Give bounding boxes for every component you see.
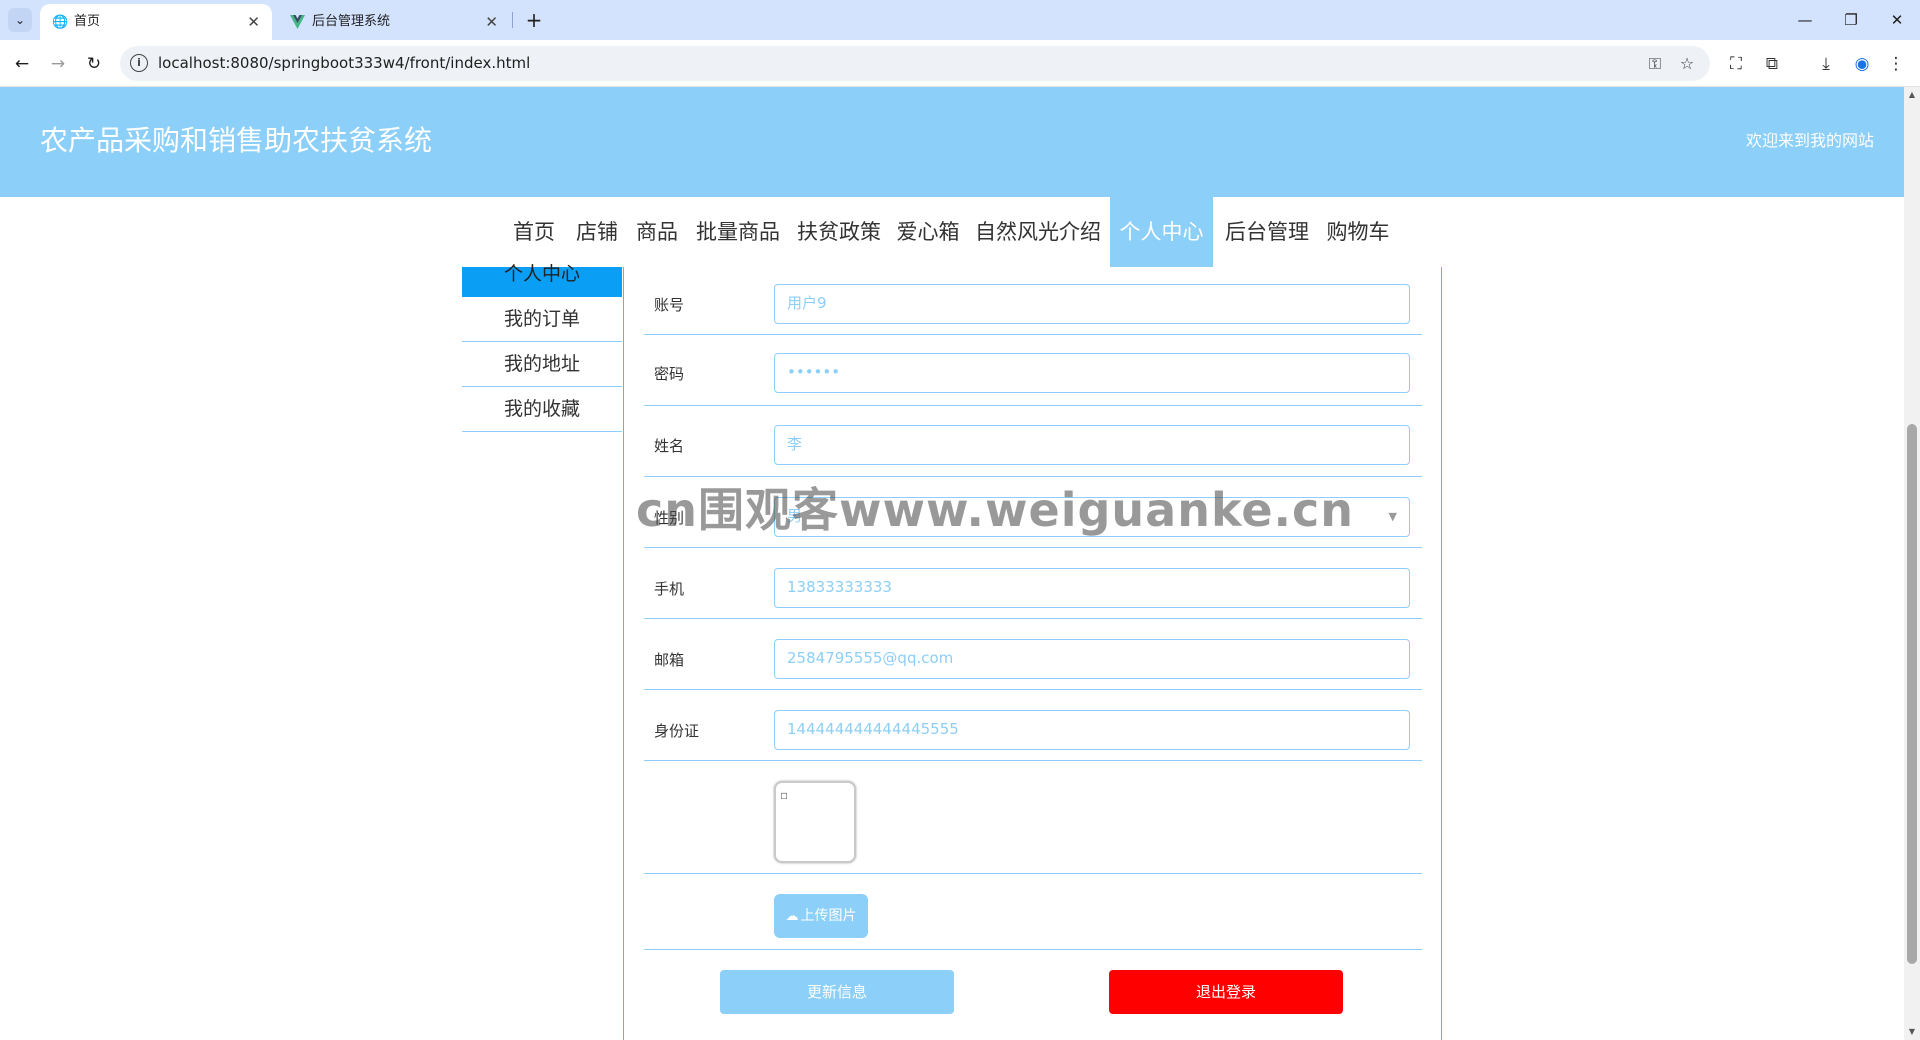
password-input[interactable]: ••••••	[774, 353, 1410, 393]
broken-image-icon: ▫	[780, 788, 789, 802]
close-tab-icon[interactable]: ✕	[247, 4, 260, 40]
site-info-icon[interactable]: i	[130, 54, 148, 72]
form-row-account: 账号 用户9	[644, 267, 1422, 335]
sidebar-item-my-address[interactable]: 我的地址	[462, 342, 622, 387]
sidebar-item-personal-center[interactable]: 个人中心	[462, 265, 622, 297]
url-text[interactable]: localhost:8080/springboot333w4/front/ind…	[158, 46, 530, 81]
field-label: 邮箱	[654, 651, 685, 669]
address-bar[interactable]: i localhost:8080/springboot333w4/front/i…	[120, 46, 1710, 81]
download-icon[interactable]: ⤓	[1812, 50, 1840, 78]
nav-shops[interactable]: 店铺	[572, 197, 622, 267]
nav-home[interactable]: 首页	[508, 197, 560, 267]
bookmark-star-icon[interactable]: ☆	[1674, 52, 1700, 76]
nav-cart[interactable]: 购物车	[1322, 197, 1394, 267]
new-tab-button[interactable]: +	[520, 6, 548, 34]
nav-admin[interactable]: 后台管理	[1222, 197, 1312, 267]
personal-sidebar: 个人中心 我的订单 我的地址 我的收藏	[462, 265, 622, 432]
form-row-upload: ☁ 上传图片	[644, 874, 1422, 950]
field-label: 身份证	[654, 722, 700, 740]
extensions-icon[interactable]: ⧉	[1758, 50, 1786, 78]
page-scrollbar[interactable]: ▲ ▼	[1904, 87, 1920, 1040]
email-input[interactable]: 2584795555@qq.com	[774, 639, 1410, 679]
logout-button[interactable]: 退出登录	[1109, 970, 1343, 1014]
scroll-up-arrow-icon[interactable]: ▲	[1904, 87, 1920, 103]
nav-scenery[interactable]: 自然风光介绍	[972, 197, 1104, 267]
restore-button[interactable]: ❐	[1828, 0, 1874, 40]
tab-search-button[interactable]: ⌄	[8, 8, 32, 32]
tab-separator	[512, 12, 513, 28]
nav-love-box[interactable]: 爱心箱	[894, 197, 962, 267]
forward-button[interactable]: →	[44, 50, 72, 78]
site-title: 农产品采购和销售助农扶贫系统	[40, 124, 433, 157]
form-row-password: 密码 ••••••	[644, 335, 1422, 406]
profile-icon[interactable]: ◉	[1848, 50, 1876, 78]
browser-tab-admin[interactable]: 后台管理系统 ✕	[278, 4, 510, 40]
address-toolbar: ← → ↻ i localhost:8080/springboot333w4/f…	[0, 40, 1920, 87]
scroll-thumb[interactable]	[1907, 424, 1917, 964]
site-banner: 农产品采购和销售助农扶贫系统 欢迎来到我的网站	[0, 87, 1904, 197]
update-info-button[interactable]: 更新信息	[720, 970, 954, 1014]
nav-personal-center[interactable]: 个人中心	[1110, 197, 1213, 267]
sidebar-item-my-favorites[interactable]: 我的收藏	[462, 387, 622, 432]
phone-input[interactable]: 13833333333	[774, 568, 1410, 608]
minimize-button[interactable]: —	[1782, 0, 1828, 40]
window-close-button[interactable]: ✕	[1874, 0, 1920, 40]
profile-form: 账号 用户9 密码 •••••• 姓名 李 性别 男 ▼ 手机 13833333…	[623, 267, 1442, 1040]
cloud-upload-icon: ☁	[785, 909, 799, 924]
sidebar-item-my-orders[interactable]: 我的订单	[462, 297, 622, 342]
tab-label: 后台管理系统	[312, 14, 391, 29]
browser-menu-icon[interactable]: ⋮	[1882, 50, 1910, 78]
watermark-text: cn围观客www.weiguanke.cn	[636, 483, 1355, 537]
nav-bulk-products[interactable]: 批量商品	[692, 197, 784, 267]
field-label: 密码	[654, 365, 685, 383]
tab-label: 首页	[74, 14, 101, 29]
name-input[interactable]: 李	[774, 425, 1410, 465]
globe-icon: 🌐	[52, 15, 69, 30]
field-label: 姓名	[654, 437, 685, 455]
avatar-preview[interactable]: ▫	[774, 781, 856, 863]
screenshot-icon[interactable]: ⛶	[1722, 50, 1750, 78]
id-card-input[interactable]: 144444444444445555	[774, 710, 1410, 750]
form-row-id-card: 身份证 144444444444445555	[644, 690, 1422, 761]
close-tab-icon[interactable]: ✕	[485, 4, 498, 40]
form-row-email: 邮箱 2584795555@qq.com	[644, 619, 1422, 690]
scroll-down-arrow-icon[interactable]: ▼	[1904, 1024, 1920, 1040]
back-button[interactable]: ←	[8, 50, 36, 78]
upload-label: 上传图片	[800, 908, 857, 924]
nav-poverty-policy[interactable]: 扶贫政策	[794, 197, 884, 267]
browser-tab-bar: ⌄ 🌐 首页 ✕ 后台管理系统 ✕ + — ❐ ✕	[0, 0, 1920, 40]
browser-tab-home[interactable]: 🌐 首页 ✕	[40, 4, 272, 40]
account-input[interactable]: 用户9	[774, 284, 1410, 324]
field-label: 账号	[654, 296, 685, 314]
main-navigation: 首页 店铺 商品 批量商品 扶贫政策 爱心箱 自然风光介绍 个人中心 后台管理 …	[0, 197, 1904, 267]
form-row-name: 姓名 李	[644, 406, 1422, 477]
form-row-phone: 手机 13833333333	[644, 548, 1422, 619]
field-label: 手机	[654, 580, 685, 598]
nav-products[interactable]: 商品	[632, 197, 682, 267]
form-row-avatar: ▫	[644, 761, 1422, 874]
vue-logo-icon	[290, 15, 305, 30]
welcome-text: 欢迎来到我的网站	[1745, 131, 1874, 150]
chevron-down-icon: ▼	[1388, 510, 1397, 523]
reload-button[interactable]: ↻	[80, 50, 108, 78]
upload-image-button[interactable]: ☁ 上传图片	[774, 894, 868, 938]
password-key-icon[interactable]: ⚿	[1642, 52, 1668, 76]
